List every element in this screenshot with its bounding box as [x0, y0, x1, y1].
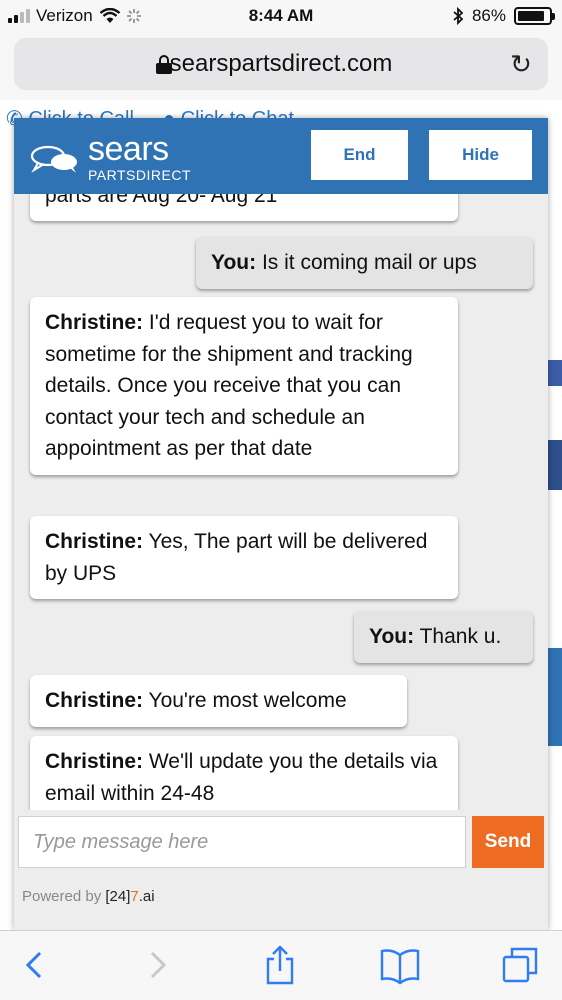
chat-message: Christine: You're most welcome	[30, 675, 407, 727]
chat-message: Christine: We'll update you the details …	[30, 736, 458, 810]
chat-window: sears PARTSDIRECT End Hide parts are Aug…	[14, 118, 548, 930]
sears-logo: sears PARTSDIRECT	[88, 132, 191, 183]
share-icon[interactable]	[258, 943, 302, 987]
message-text: Is it coming mail or ups	[261, 251, 477, 274]
message-sender: Christine:	[45, 530, 144, 553]
send-button[interactable]: Send	[472, 816, 544, 868]
chat-transcript[interactable]: parts are Aug 20- Aug 21 You: Is it comi…	[14, 194, 548, 810]
brand-subtitle: PARTSDIRECT	[88, 167, 191, 183]
battery-icon	[514, 7, 555, 25]
chat-bubbles-icon	[30, 145, 77, 173]
background-edge-panel	[546, 440, 562, 490]
end-chat-button[interactable]: End	[311, 130, 408, 180]
bookmarks-icon[interactable]	[378, 943, 422, 987]
chat-message: Christine: I'd request you to wait for s…	[30, 297, 458, 475]
battery-percent: 86%	[471, 6, 506, 25]
chat-message: parts are Aug 20- Aug 21	[30, 194, 458, 221]
message-sender: You:	[369, 625, 415, 648]
status-bar: Verizon 8:44 AM 86%	[0, 0, 562, 34]
message-text: Thank u.	[419, 625, 502, 648]
url-text: searspartsdirect.com	[169, 50, 393, 77]
message-sender: Christine:	[45, 750, 144, 773]
message-text: You're most welcome	[148, 689, 347, 712]
address-bar[interactable]: searspartsdirect.com ↻	[14, 38, 548, 90]
powered-by: Powered by [24]7.ai	[22, 888, 155, 905]
powered-by-label: Powered by	[22, 888, 102, 905]
message-sender: Christine:	[45, 311, 144, 334]
message-input[interactable]	[18, 816, 466, 868]
background-edge-panel	[546, 648, 562, 746]
back-icon[interactable]	[12, 943, 56, 987]
message-sender: Christine:	[45, 689, 144, 712]
chat-message: You: Thank u.	[354, 611, 533, 663]
background-edge-panel	[546, 360, 562, 386]
brand-name: sears	[88, 130, 169, 168]
message-text: parts are Aug 20- Aug 21	[45, 194, 278, 207]
message-composer: Send	[14, 810, 548, 876]
battery-level	[518, 11, 544, 21]
bluetooth-icon	[453, 7, 464, 25]
chat-message: Christine: Yes, The part will be deliver…	[30, 516, 458, 599]
message-sender: You:	[211, 251, 257, 274]
chat-header: sears PARTSDIRECT End Hide	[14, 118, 548, 194]
browser-toolbar	[0, 930, 562, 1000]
reload-icon[interactable]: ↻	[506, 49, 536, 79]
forward-icon[interactable]	[136, 943, 180, 987]
chat-message: You: Is it coming mail or ups	[196, 237, 533, 289]
hide-chat-button[interactable]: Hide	[429, 130, 532, 180]
tabs-icon[interactable]	[498, 943, 542, 987]
vendor-logo: [24]7.ai	[105, 888, 155, 905]
